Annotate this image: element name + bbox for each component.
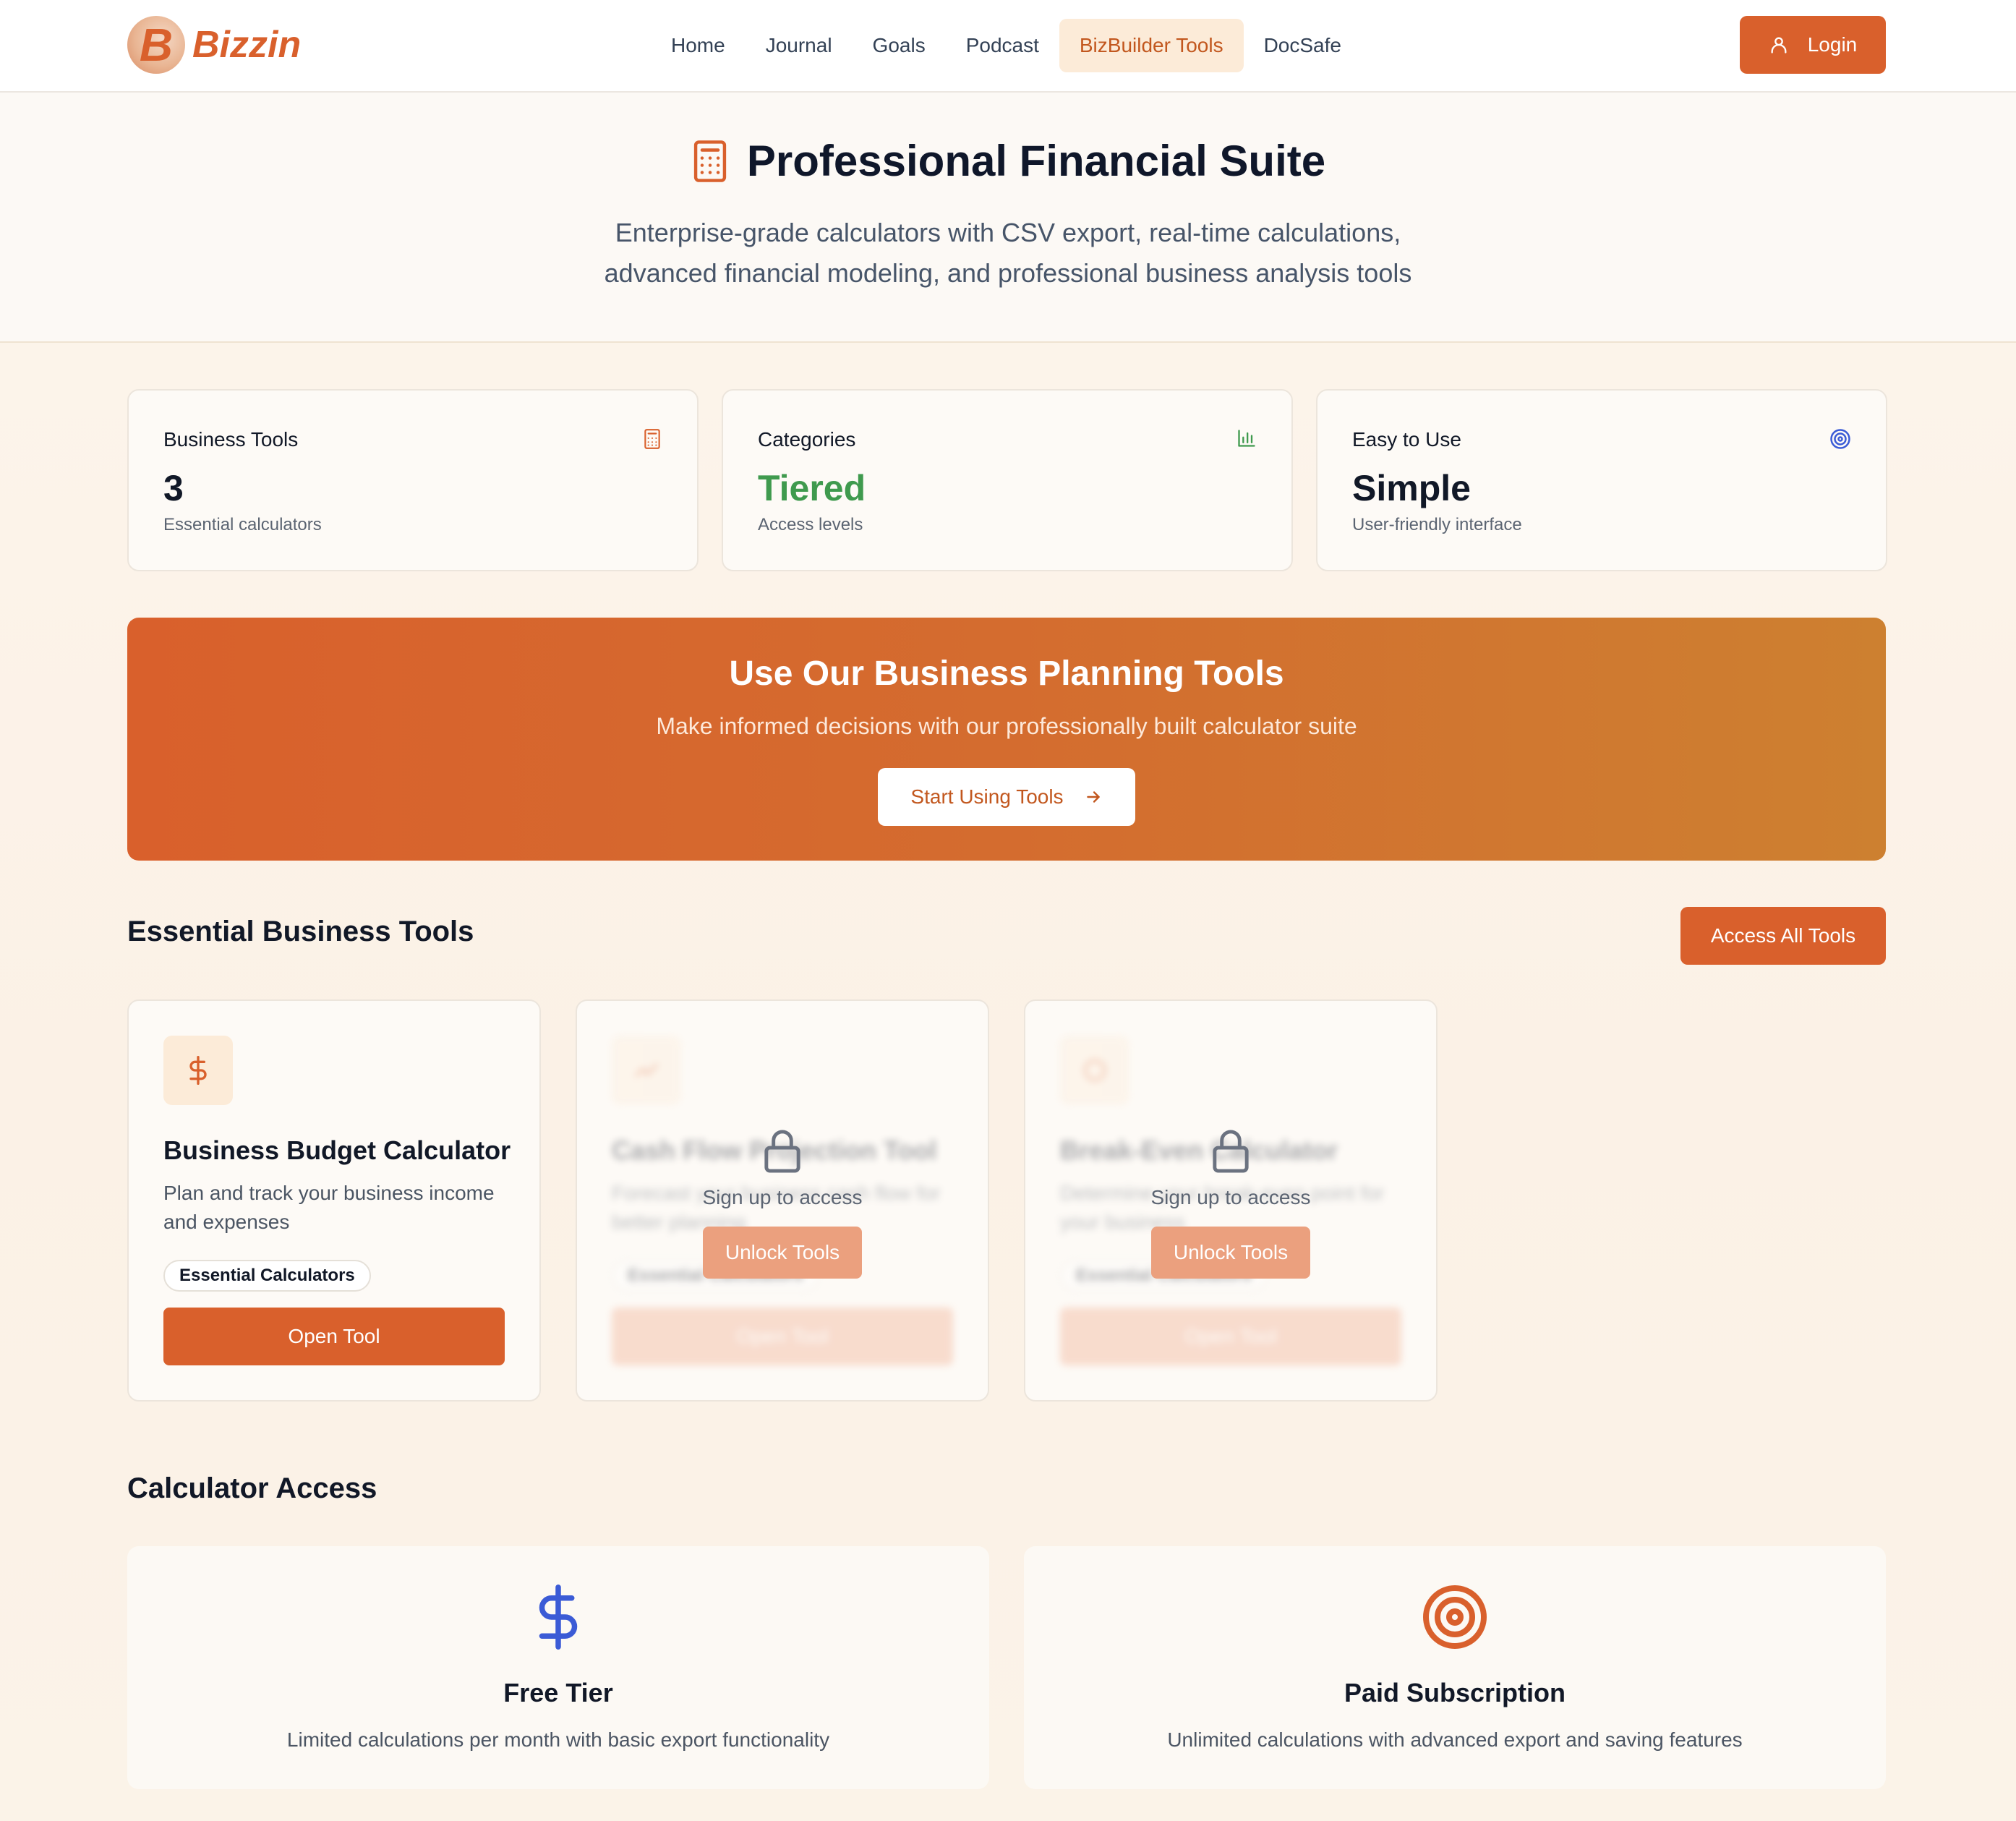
calculator-icon <box>644 429 660 449</box>
access-all-tools-button[interactable]: Access All Tools <box>1680 907 1886 965</box>
arrow-right-icon <box>1086 791 1100 803</box>
calculator-icon <box>693 140 727 182</box>
stat-label: Categories <box>758 428 856 451</box>
lock-icon <box>1213 1130 1249 1173</box>
banner-subtitle: Make informed decisions with our profess… <box>656 713 1357 739</box>
stat-label: Easy to Use <box>1352 428 1461 451</box>
hero-section: Professional Financial Suite Enterprise-… <box>0 93 2016 343</box>
access-card-paid-subscription: Paid Subscription Unlimited calculations… <box>1024 1546 1886 1789</box>
stat-value: Simple <box>1352 468 1471 508</box>
unlock-tools-button[interactable]: Unlock Tools <box>703 1227 862 1279</box>
nav-link-journal[interactable]: Journal <box>746 19 853 72</box>
nav-link-home[interactable]: Home <box>651 19 746 72</box>
tool-description: Plan and track your business income and … <box>163 1182 495 1233</box>
section-title-essential-tools: Essential Business Tools <box>127 916 474 947</box>
tool-card-break-even-calculator: Break-Even Calculator Determine your bre… <box>1024 999 1438 1402</box>
access-card-title: Free Tier <box>503 1678 613 1707</box>
bar-chart-icon <box>1238 430 1255 447</box>
stat-value: Tiered <box>758 468 866 508</box>
tool-name: Business Budget Calculator <box>163 1135 511 1165</box>
locked-overlay: Sign up to access Unlock Tools <box>577 1001 988 1400</box>
nav-link-podcast[interactable]: Podcast <box>946 19 1059 72</box>
nav-link-goals[interactable]: Goals <box>853 19 946 72</box>
brand-name: Bizzin <box>192 24 302 66</box>
hero-subtitle: Enterprise-grade calculators with CSV ex… <box>604 218 1412 288</box>
stat-value: 3 <box>163 468 184 508</box>
dollar-icon <box>539 1585 578 1650</box>
brand-logo[interactable]: B Bizzin <box>127 16 301 74</box>
logo-mark-icon: B <box>127 16 185 74</box>
tool-card-cash-flow-projection: Cash Flow Projection Tool Forecast your … <box>576 999 989 1402</box>
login-label: Login <box>1807 33 1858 56</box>
target-icon <box>1830 429 1850 449</box>
start-using-tools-button[interactable]: Start Using Tools <box>878 768 1135 826</box>
user-icon <box>1771 37 1787 54</box>
page-title: Professional Financial Suite <box>746 137 1326 185</box>
target-icon <box>1423 1585 1487 1649</box>
access-card-desc: Limited calculations per month with basi… <box>286 1728 830 1751</box>
lock-icon <box>764 1130 800 1173</box>
section-title-calculator-access: Calculator Access <box>127 1472 377 1504</box>
start-using-tools-label: Start Using Tools <box>910 785 1064 808</box>
stat-desc: Essential calculators <box>163 515 322 534</box>
cta-banner: Use Our Business Planning Tools Make inf… <box>127 618 1886 861</box>
stat-card-easy-to-use: Easy to Use Simple User-friendly interfa… <box>1316 389 1887 571</box>
unlock-tools-button[interactable]: Unlock Tools <box>1151 1227 1310 1279</box>
access-card-title: Paid Subscription <box>1344 1678 1566 1707</box>
locked-overlay: Sign up to access Unlock Tools <box>1025 1001 1436 1400</box>
nav-link-docsafe[interactable]: DocSafe <box>1244 19 1362 72</box>
nav-link-bizbuilder-tools[interactable]: BizBuilder Tools <box>1059 19 1244 72</box>
access-card-free-tier: Free Tier Limited calculations per month… <box>127 1546 989 1789</box>
stat-card-business-tools: Business Tools 3 Essential calculators <box>127 389 699 571</box>
stat-label: Business Tools <box>163 428 299 451</box>
banner-title: Use Our Business Planning Tools <box>729 654 1284 693</box>
open-tool-button[interactable]: Open Tool <box>163 1308 505 1365</box>
lock-message: Sign up to access <box>1150 1186 1311 1208</box>
stat-desc: User-friendly interface <box>1352 515 1522 534</box>
tool-card-budget-calculator: Business Budget Calculator Plan and trac… <box>127 999 541 1402</box>
category-badge: Essential Calculators <box>163 1260 371 1292</box>
top-navbar: B Bizzin Home Journal Goals Podcast BizB… <box>0 0 2016 93</box>
access-card-desc: Unlimited calculations with advanced exp… <box>1167 1728 1743 1751</box>
login-button[interactable]: Login <box>1740 16 1886 74</box>
stat-desc: Access levels <box>758 515 863 534</box>
dollar-icon <box>163 1036 233 1105</box>
lock-message: Sign up to access <box>702 1186 863 1208</box>
main-nav: Home Journal Goals Podcast BizBuilder To… <box>651 19 1362 72</box>
stat-card-categories: Categories Tiered Access levels <box>722 389 1293 571</box>
